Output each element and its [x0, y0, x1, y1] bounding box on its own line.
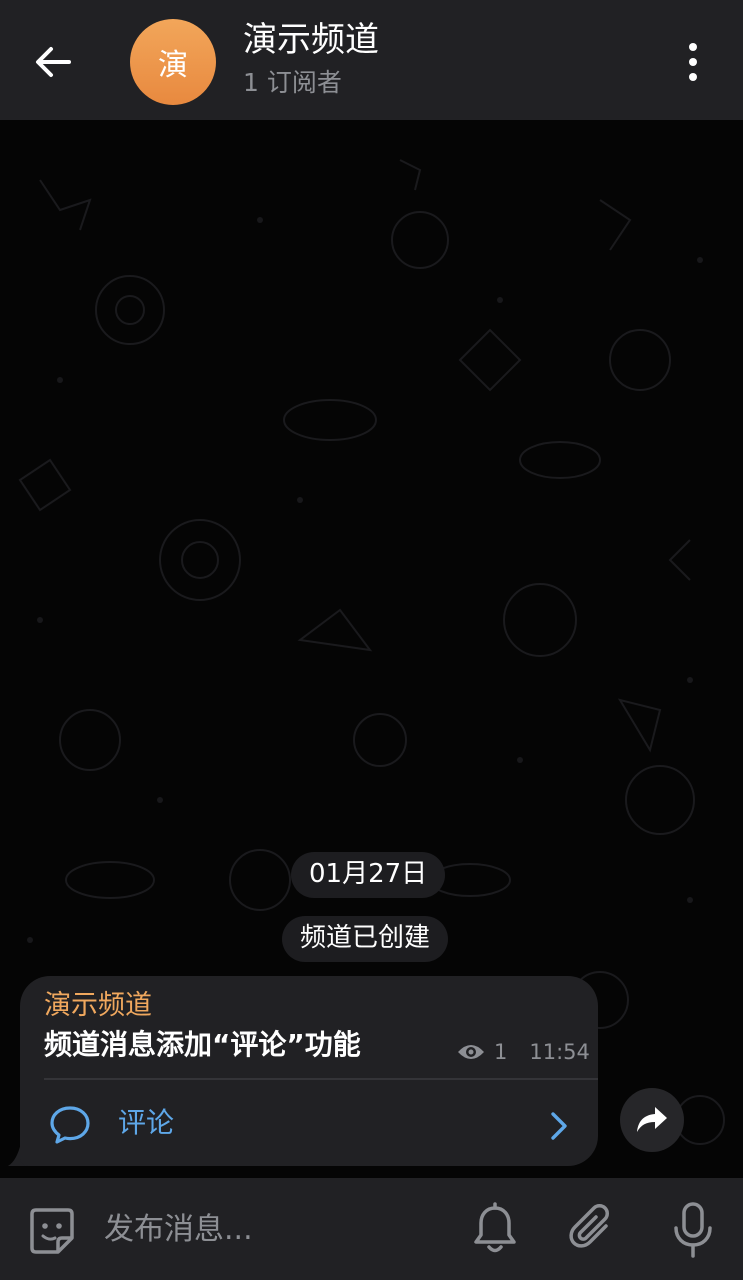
comment-divider — [44, 1078, 598, 1080]
message-input[interactable]: 发布消息... — [104, 1208, 253, 1252]
chat-area[interactable]: 01月27日 频道已创建 演示频道 频道消息添加“评论”功能 1 11:54 评… — [0, 120, 743, 1178]
service-message: 频道已创建 — [282, 916, 449, 962]
message-bubble[interactable]: 演示频道 频道消息添加“评论”功能 1 11:54 评论 — [20, 976, 598, 1166]
chat-header: 演 演示频道 1 订阅者 — [0, 0, 743, 120]
paperclip-icon[interactable] — [566, 1202, 620, 1258]
message-meta: 1 11:54 — [456, 1040, 590, 1064]
share-button[interactable] — [620, 1088, 684, 1152]
date-separator: 01月27日 — [291, 852, 446, 898]
more-dot — [689, 58, 697, 66]
channel-title[interactable]: 演示频道 — [243, 18, 379, 62]
eye-icon — [458, 1045, 484, 1059]
view-count: 1 — [494, 1040, 508, 1064]
message-text: 频道消息添加“评论”功能 — [44, 1028, 361, 1061]
comment-bubble-icon — [50, 1106, 90, 1144]
sticker-icon[interactable] — [24, 1204, 80, 1260]
back-button[interactable] — [22, 32, 84, 92]
arrow-left-icon — [36, 47, 71, 77]
composer-bar: 发布消息... — [0, 1178, 743, 1280]
avatar-letter: 演 — [158, 48, 188, 83]
message-time: 11:54 — [529, 1040, 590, 1064]
channel-avatar[interactable]: 演 — [130, 19, 216, 105]
chevron-right-icon — [551, 1112, 567, 1140]
comments-label: 评论 — [118, 1106, 175, 1139]
share-arrow-icon — [637, 1107, 667, 1132]
more-dot — [689, 73, 697, 81]
comments-button[interactable]: 评论 — [20, 1082, 598, 1166]
message-sender[interactable]: 演示频道 — [44, 988, 152, 1024]
more-menu-button[interactable] — [672, 36, 714, 88]
bell-icon[interactable] — [470, 1202, 520, 1258]
more-vertical-icon — [689, 43, 697, 51]
microphone-icon[interactable] — [668, 1200, 718, 1262]
subscriber-count: 1 订阅者 — [243, 68, 342, 97]
